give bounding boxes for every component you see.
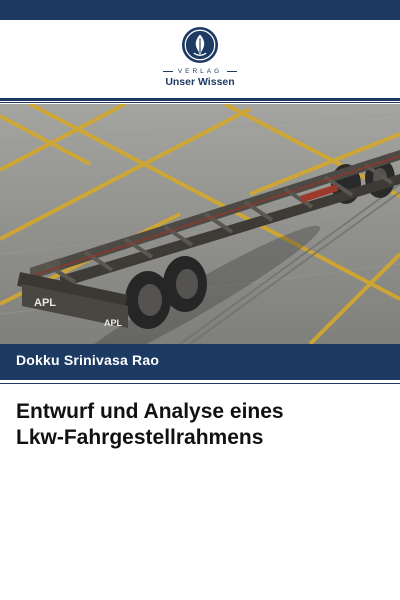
- publisher-emblem-icon: [181, 26, 219, 64]
- divider-top-thick: [0, 98, 400, 101]
- trailer-marking-right: APL: [104, 318, 123, 328]
- divider-top-thin: [0, 102, 400, 103]
- book-title-line-1: Entwurf und Analyse eines: [16, 400, 284, 423]
- publisher-name: Unser Wissen: [165, 76, 235, 88]
- publisher-logo: VERLAG Unser Wissen: [0, 26, 400, 88]
- cover-photo: APL APL: [0, 104, 400, 344]
- book-title: Entwurf und Analyse eines Lkw-Fahrgestel…: [16, 399, 386, 451]
- book-title-line-2: Lkw-Fahrgestellrahmens: [16, 426, 264, 449]
- truck-chassis-trailer-photo: APL APL: [0, 104, 400, 344]
- author-name: Dokku Srinivasa Rao: [16, 352, 160, 368]
- publisher-tagline: VERLAG: [0, 68, 400, 75]
- trailer-marking-left: APL: [34, 297, 56, 309]
- divider-bottom-thin: [0, 383, 400, 384]
- top-color-band: [0, 0, 400, 20]
